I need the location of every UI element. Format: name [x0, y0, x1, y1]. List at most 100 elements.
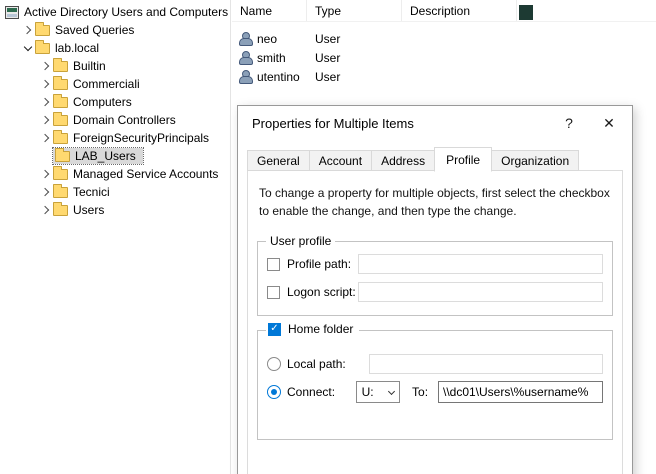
help-button[interactable]: ? — [552, 108, 586, 138]
user-profile-group: User profile Profile path: Logon script: — [257, 241, 613, 316]
expand-toggle[interactable] — [38, 167, 53, 181]
user-type: User — [307, 51, 402, 65]
user-type: User — [307, 70, 402, 84]
column-header-type[interactable]: Type — [307, 0, 402, 21]
tree-item-lab-local[interactable]: lab.local — [0, 39, 230, 57]
list-item-utentino[interactable]: utentino User — [232, 67, 656, 86]
tree-item-commerciali[interactable]: Commerciali — [0, 75, 230, 93]
chevron-down-icon — [388, 387, 395, 394]
tree-item-label: Active Directory Users and Computers — [24, 5, 231, 19]
dialog-titlebar: Properties for Multiple Items ? ✕ — [238, 106, 632, 140]
expand-toggle[interactable] — [20, 23, 35, 37]
local-path-radio[interactable] — [267, 357, 281, 371]
profile-path-row: Profile path: — [258, 251, 612, 277]
local-path-row: Local path: — [258, 351, 612, 377]
folder-icon — [35, 25, 50, 36]
tab-address[interactable]: Address — [371, 150, 435, 171]
tree-item-builtin[interactable]: Builtin — [0, 57, 230, 75]
logon-script-checkbox[interactable] — [267, 286, 280, 299]
expand-toggle — [38, 149, 53, 163]
tree-item-computers[interactable]: Computers — [0, 93, 230, 111]
tree-item-domain-controllers[interactable]: Domain Controllers — [0, 111, 230, 129]
collapse-toggle[interactable] — [20, 41, 35, 55]
chevron-right-icon — [40, 134, 48, 142]
close-button[interactable]: ✕ — [592, 108, 626, 138]
tree-item-label: lab.local — [55, 41, 103, 55]
tab-profile[interactable]: Profile — [434, 147, 492, 172]
user-name: utentino — [257, 70, 300, 84]
home-folder-path-input[interactable] — [438, 381, 603, 403]
tree-item-label: Managed Service Accounts — [73, 167, 222, 181]
properties-dialog: Properties for Multiple Items ? ✕ Genera… — [237, 105, 633, 474]
expand-toggle[interactable] — [38, 203, 53, 217]
user-name: smith — [257, 51, 286, 65]
chevron-right-icon — [40, 98, 48, 106]
tab-strip: General Account Address Profile Organiza… — [247, 150, 578, 172]
tab-organization[interactable]: Organization — [491, 150, 579, 171]
chevron-right-icon — [40, 116, 48, 124]
tree-item-tecnici[interactable]: Tecnici — [0, 183, 230, 201]
tree-item-foreign-security-principals[interactable]: ForeignSecurityPrincipals — [0, 129, 230, 147]
tree-item-label: Tecnici — [73, 185, 114, 199]
tree-item-label: LAB_Users — [75, 149, 140, 163]
profile-path-checkbox[interactable] — [267, 258, 280, 271]
tree-item-root[interactable]: Active Directory Users and Computers — [0, 3, 230, 21]
folder-icon — [53, 115, 68, 126]
folder-icon — [53, 169, 68, 180]
home-folder-header: ✓ Home folder — [266, 322, 359, 336]
logon-script-label: Logon script: — [287, 285, 358, 299]
folder-icon — [53, 97, 68, 108]
logon-script-row: Logon script: — [258, 279, 612, 305]
chevron-right-icon — [40, 188, 48, 196]
column-header-description[interactable]: Description — [402, 0, 517, 21]
column-header-name[interactable]: Name — [232, 0, 307, 21]
profile-path-label: Profile path: — [287, 257, 358, 271]
user-icon — [239, 32, 252, 46]
drive-letter-value: U: — [362, 385, 389, 399]
chevron-right-icon — [40, 62, 48, 70]
profile-path-input[interactable] — [358, 254, 603, 274]
connect-radio[interactable] — [267, 385, 281, 399]
expand-toggle[interactable] — [38, 131, 53, 145]
tab-account[interactable]: Account — [309, 150, 372, 171]
expand-toggle[interactable] — [38, 185, 53, 199]
list-item-smith[interactable]: smith User — [232, 48, 656, 67]
folder-icon — [53, 79, 68, 90]
tree-item-label: ForeignSecurityPrincipals — [73, 131, 213, 145]
tab-general[interactable]: General — [247, 150, 310, 171]
folder-icon — [53, 61, 68, 72]
user-type: User — [307, 32, 402, 46]
folder-icon — [53, 187, 68, 198]
drive-letter-dropdown[interactable]: U: — [356, 381, 400, 403]
expand-toggle[interactable] — [38, 95, 53, 109]
folder-icon — [55, 151, 70, 162]
logon-script-input[interactable] — [358, 282, 603, 302]
local-path-input[interactable] — [369, 354, 603, 374]
tree-item-lab-users[interactable]: LAB_Users — [0, 147, 230, 165]
tree-item-users[interactable]: Users — [0, 201, 230, 219]
selected-tree-item[interactable]: LAB_Users — [53, 148, 143, 164]
tree-item-label: Domain Controllers — [73, 113, 180, 127]
expand-toggle[interactable] — [38, 113, 53, 127]
user-icon — [239, 51, 252, 65]
list-header: Name Type Description — [232, 0, 656, 22]
folder-icon — [35, 43, 50, 54]
tree-item-managed-service-accounts[interactable]: Managed Service Accounts — [0, 165, 230, 183]
list-item-neo[interactable]: neo User — [232, 29, 656, 48]
connect-row: Connect: U: To: — [258, 379, 612, 405]
tree-item-saved-queries[interactable]: Saved Queries — [0, 21, 230, 39]
folder-icon — [53, 205, 68, 216]
expand-toggle[interactable] — [38, 77, 53, 91]
tree-item-label: Users — [73, 203, 108, 217]
home-folder-group: ✓ Home folder Local path: Connect: U: To… — [257, 330, 613, 440]
dark-artifact — [519, 5, 533, 20]
chevron-right-icon — [40, 80, 48, 88]
tree-item-label: Saved Queries — [55, 23, 138, 37]
home-folder-checkbox[interactable]: ✓ — [268, 323, 281, 336]
chevron-right-icon — [40, 170, 48, 178]
local-path-label: Local path: — [287, 357, 369, 371]
dialog-title: Properties for Multiple Items — [238, 116, 414, 131]
console-tree-panel: Active Directory Users and Computers Sav… — [0, 0, 231, 474]
connect-label: Connect: — [287, 385, 356, 399]
expand-toggle[interactable] — [38, 59, 53, 73]
